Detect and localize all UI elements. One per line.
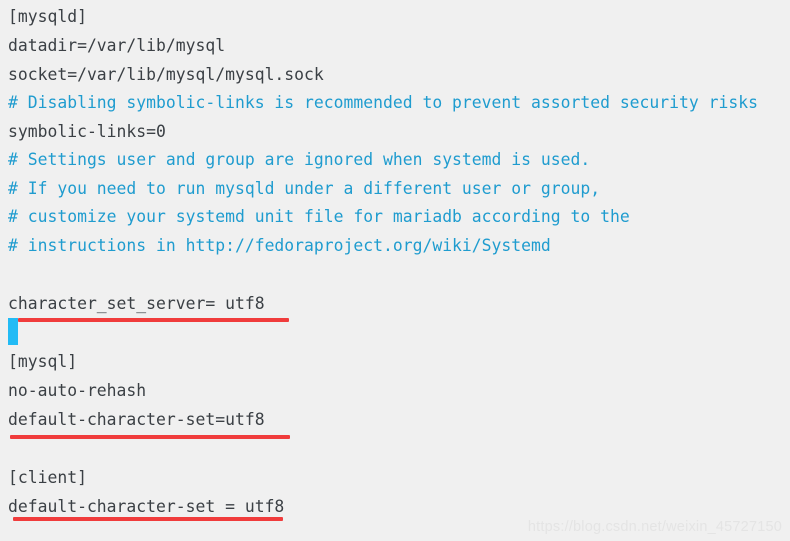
underline-client-default-character-set [13, 517, 283, 521]
code-line[interactable]: default-character-set=utf8 [8, 405, 265, 434]
code-line[interactable]: [client] [8, 463, 87, 492]
code-line[interactable]: socket=/var/lib/mysql/mysql.sock [8, 60, 324, 89]
config-text-area[interactable]: [mysqld] datadir=/var/lib/mysql socket=/va… [0, 0, 790, 541]
code-line[interactable]: # Disabling symbolic-links is recommende… [8, 88, 758, 117]
code-line[interactable]: # Settings user and group are ignored wh… [8, 145, 590, 174]
code-line[interactable]: datadir=/var/lib/mysql [8, 31, 225, 60]
code-line[interactable]: [mysqld] [8, 2, 87, 31]
code-line[interactable]: symbolic-links=0 [8, 117, 166, 146]
code-line[interactable]: character_set_server= utf8 [8, 289, 265, 318]
code-line[interactable]: [mysql] [8, 347, 77, 376]
config-file-screenshot: [mysqld] datadir=/var/lib/mysql socket=/va… [0, 0, 790, 541]
underline-character-set-server [18, 318, 289, 322]
code-line[interactable]: # instructions in http://fedoraproject.o… [8, 231, 551, 260]
code-line[interactable]: # customize your systemd unit file for m… [8, 202, 630, 231]
code-line[interactable]: # If you need to run mysqld under a diff… [8, 174, 600, 203]
watermark-text: https://blog.csdn.net/weixin_45727150 [527, 519, 782, 535]
underline-mysql-default-character-set [10, 435, 290, 439]
code-line[interactable]: no-auto-rehash [8, 376, 146, 405]
text-cursor [8, 318, 18, 345]
